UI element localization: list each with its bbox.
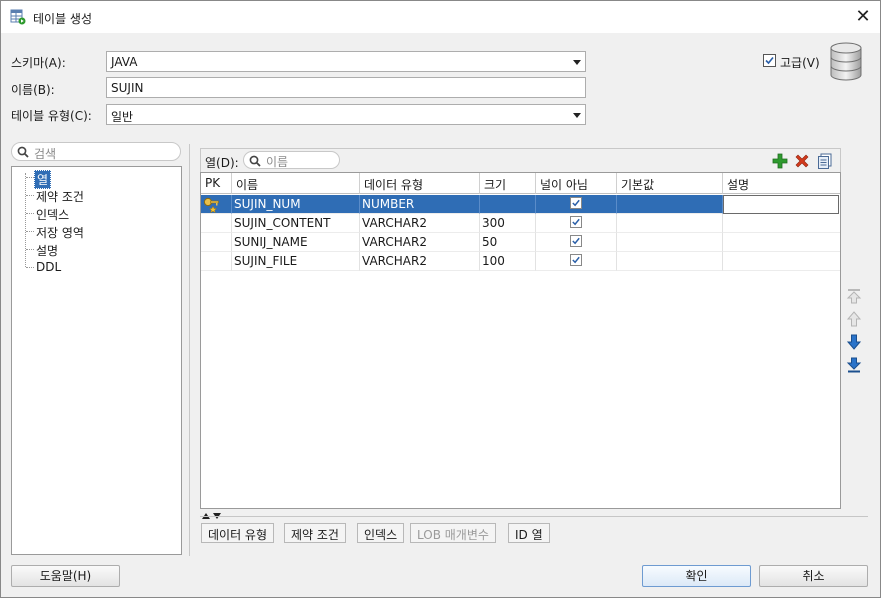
pk-cell[interactable] — [201, 252, 232, 271]
tree-item-columns[interactable]: 열 — [34, 170, 52, 189]
search-icon — [249, 155, 261, 167]
splitter[interactable] — [189, 144, 190, 556]
create-table-dialog: 테이블 생성 ✕ 스키마(A): JAVA 이름(B): SUJIN 테이블 유… — [0, 0, 881, 598]
dialog-title: 테이블 생성 — [33, 12, 93, 26]
size-cell[interactable]: 300 — [480, 214, 536, 233]
ok-button[interactable]: 확인 — [642, 565, 751, 587]
not-null-cell[interactable] — [536, 252, 617, 271]
default-cell[interactable] — [617, 233, 723, 252]
tab-data-type[interactable]: 데이터 유형 — [201, 523, 275, 543]
not-null-cell[interactable] — [536, 214, 617, 233]
cancel-button[interactable]: 취소 — [759, 565, 868, 587]
tree-item-indexes[interactable]: 인덱스 — [36, 206, 69, 223]
not-null-checkbox[interactable] — [570, 235, 582, 247]
not-null-cell[interactable] — [536, 233, 617, 252]
table-type-label: 테이블 유형(C): — [11, 109, 92, 123]
tab-identity-column[interactable]: ID 열 — [508, 523, 550, 543]
tree-item-storage[interactable]: 저장 영역 — [36, 224, 84, 241]
tree-item-comment[interactable]: 설명 — [36, 242, 58, 259]
schema-value: JAVA — [111, 55, 138, 69]
pk-cell[interactable] — [201, 195, 232, 214]
bottom-tabs-rule — [200, 516, 868, 517]
header-pk[interactable]: PK — [201, 173, 232, 194]
comment-cell[interactable] — [723, 252, 840, 271]
schema-select[interactable]: JAVA — [106, 51, 586, 72]
default-cell[interactable] — [617, 252, 723, 271]
checkmark-icon — [765, 56, 774, 65]
move-down-icon[interactable] — [846, 334, 862, 350]
table-app-icon — [10, 9, 26, 25]
not-null-cell[interactable] — [536, 195, 617, 214]
header-comment[interactable]: 설명 — [723, 173, 840, 194]
pk-cell[interactable] — [201, 214, 232, 233]
tree-search-placeholder: 검색 — [34, 147, 57, 161]
move-bottom-icon[interactable] — [846, 357, 862, 373]
default-cell[interactable] — [617, 214, 723, 233]
header-default[interactable]: 기본값 — [617, 173, 723, 194]
tree-search-input[interactable]: 검색 — [11, 142, 181, 161]
columns-toolbar: 열(D): 이름 — [200, 148, 841, 172]
comment-cell[interactable] — [723, 214, 840, 233]
data-type-cell[interactable]: NUMBER — [360, 195, 480, 214]
not-null-checkbox[interactable] — [570, 254, 582, 266]
copy-column-icon[interactable] — [817, 153, 833, 169]
tree-item-constraints[interactable]: 제약 조건 — [36, 188, 84, 205]
not-null-checkbox[interactable] — [570, 197, 582, 209]
comment-cell[interactable] — [723, 233, 840, 252]
tree-item-ddl[interactable]: DDL — [36, 260, 61, 274]
tab-lob-parameters: LOB 매개변수 — [410, 523, 496, 543]
header-size[interactable]: 크기 — [480, 173, 536, 194]
comment-cell-editor[interactable] — [723, 195, 839, 214]
pk-cell[interactable] — [201, 233, 232, 252]
size-cell[interactable]: 100 — [480, 252, 536, 271]
advanced-label[interactable]: 고급(V) — [780, 54, 820, 71]
table-name-value: SUJIN — [111, 81, 144, 95]
name-label: 이름(B): — [11, 83, 55, 97]
column-filter-placeholder: 이름 — [266, 155, 289, 169]
navigation-tree: 열 제약 조건 인덱스 저장 영역 설명 DDL — [11, 166, 182, 555]
column-name-cell[interactable]: SUNIJ_NAME — [232, 233, 360, 252]
header-not-null[interactable]: 널이 아님 — [536, 173, 617, 194]
columns-label: 열(D): — [205, 156, 239, 170]
default-cell[interactable] — [617, 195, 723, 214]
search-icon — [17, 146, 29, 158]
primary-key-icon — [203, 197, 219, 214]
database-icon — [829, 42, 863, 82]
add-column-icon[interactable] — [772, 153, 788, 169]
chevron-down-icon — [573, 60, 581, 65]
schema-label: 스키마(A): — [11, 56, 66, 70]
data-type-cell[interactable]: VARCHAR2 — [360, 214, 480, 233]
columns-grid: PK 이름 데이터 유형 크기 널이 아님 기본값 설명 SUJIN_NUM N… — [200, 172, 841, 509]
table-type-value: 일반 — [111, 110, 134, 124]
header-name[interactable]: 이름 — [232, 173, 360, 194]
column-filter-input[interactable]: 이름 — [243, 151, 340, 169]
chevron-down-icon — [573, 113, 581, 118]
collapse-toggle-icon[interactable] — [201, 510, 225, 520]
size-cell[interactable]: 50 — [480, 233, 536, 252]
column-name-cell[interactable]: SUJIN_CONTENT — [232, 214, 360, 233]
delete-column-icon[interactable] — [794, 153, 810, 169]
tab-constraints[interactable]: 제약 조건 — [284, 523, 346, 543]
advanced-checkbox[interactable] — [763, 54, 776, 67]
table-name-field[interactable]: SUJIN — [106, 77, 586, 98]
close-icon[interactable]: ✕ — [853, 7, 873, 27]
column-name-cell[interactable]: SUJIN_FILE — [232, 252, 360, 271]
column-name-cell[interactable]: SUJIN_NUM — [232, 195, 360, 214]
data-type-cell[interactable]: VARCHAR2 — [360, 252, 480, 271]
title-bar: 테이블 생성 ✕ — [1, 1, 880, 33]
data-type-cell[interactable]: VARCHAR2 — [360, 233, 480, 252]
not-null-checkbox[interactable] — [570, 216, 582, 228]
size-cell[interactable] — [480, 195, 536, 214]
header-data-type[interactable]: 데이터 유형 — [360, 173, 480, 194]
table-type-select[interactable]: 일반 — [106, 104, 586, 125]
help-button[interactable]: 도움말(H) — [11, 565, 120, 587]
tab-indexes[interactable]: 인덱스 — [357, 523, 405, 543]
move-up-icon[interactable] — [846, 311, 862, 327]
move-top-icon[interactable] — [846, 288, 862, 304]
